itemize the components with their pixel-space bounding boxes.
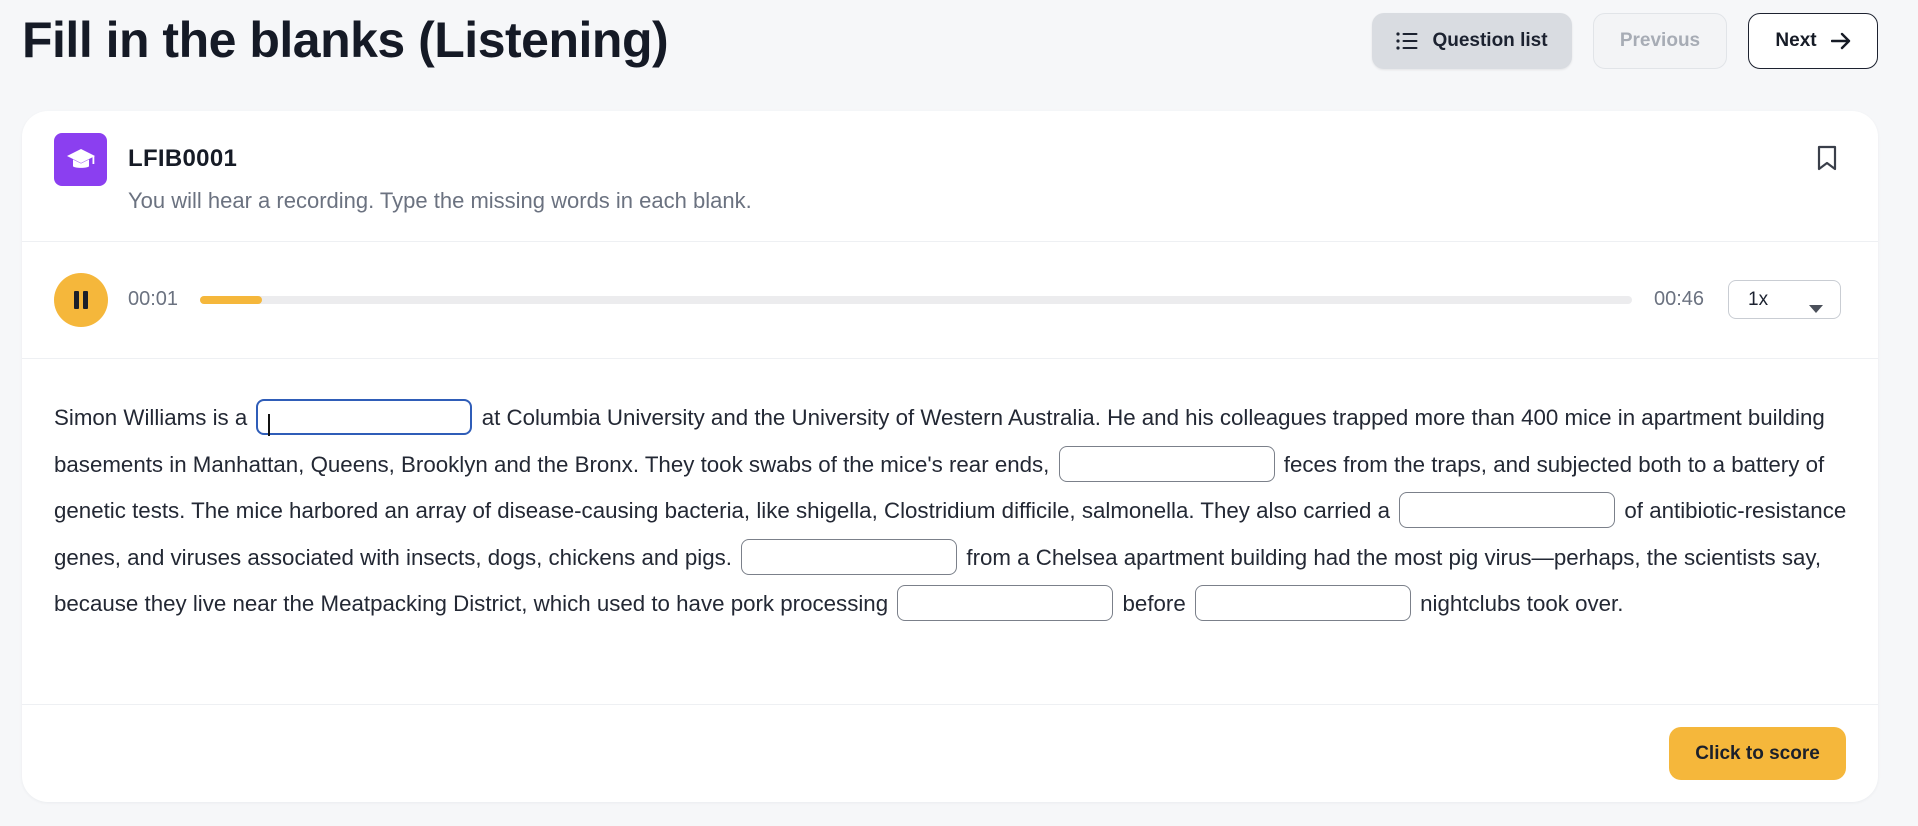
question-header: LFIB0001 You will hear a recording. Type…: [22, 111, 1878, 242]
blank-input-2[interactable]: [1058, 445, 1275, 482]
arrow-right-icon: [1830, 32, 1851, 50]
question-list-button[interactable]: Question list: [1372, 13, 1572, 69]
graduation-cap-icon: [54, 133, 107, 186]
blank-input-6[interactable]: [1194, 585, 1411, 622]
speed-select[interactable]: 1x: [1728, 280, 1841, 319]
progress-fill: [200, 296, 262, 304]
bookmark-icon[interactable]: [1816, 145, 1838, 171]
text-cursor: [268, 413, 271, 436]
caret-down-icon: [1809, 297, 1823, 319]
pause-button[interactable]: [54, 273, 108, 327]
speed-value: 1x: [1748, 288, 1769, 310]
card-footer: Click to score: [22, 704, 1878, 802]
top-bar: Fill in the blanks (Listening) Question …: [0, 0, 1918, 80]
progress-track[interactable]: [200, 296, 1632, 304]
question-list-label: Question list: [1432, 30, 1548, 51]
blank-input-1[interactable]: [256, 399, 473, 436]
current-time: 00:01: [128, 288, 179, 310]
score-label: Click to score: [1695, 742, 1820, 764]
passage-text: Simon Williams is a: [54, 405, 248, 430]
next-label: Next: [1775, 30, 1817, 51]
passage: Simon Williams is a at Columbia Universi…: [54, 395, 1854, 628]
question-id: LFIB0001: [128, 145, 238, 172]
pause-icon: [72, 290, 90, 310]
list-icon: [1396, 32, 1418, 50]
blank-input-4[interactable]: [741, 538, 958, 575]
audio-player: 00:01 00:46 1x: [22, 242, 1878, 359]
duration: 00:46: [1654, 288, 1705, 310]
next-button[interactable]: Next: [1748, 13, 1878, 69]
page-title: Fill in the blanks (Listening): [22, 12, 669, 68]
passage-text: before: [1122, 591, 1186, 616]
previous-label: Previous: [1619, 30, 1701, 51]
passage-text: nightclubs took over.: [1420, 591, 1624, 616]
blank-input-5[interactable]: [897, 585, 1114, 622]
question-card: LFIB0001 You will hear a recording. Type…: [22, 111, 1878, 802]
previous-button[interactable]: Previous: [1593, 13, 1727, 69]
score-button[interactable]: Click to score: [1669, 727, 1846, 780]
blank-input-3[interactable]: [1399, 492, 1616, 529]
question-instruction: You will hear a recording. Type the miss…: [128, 188, 752, 213]
